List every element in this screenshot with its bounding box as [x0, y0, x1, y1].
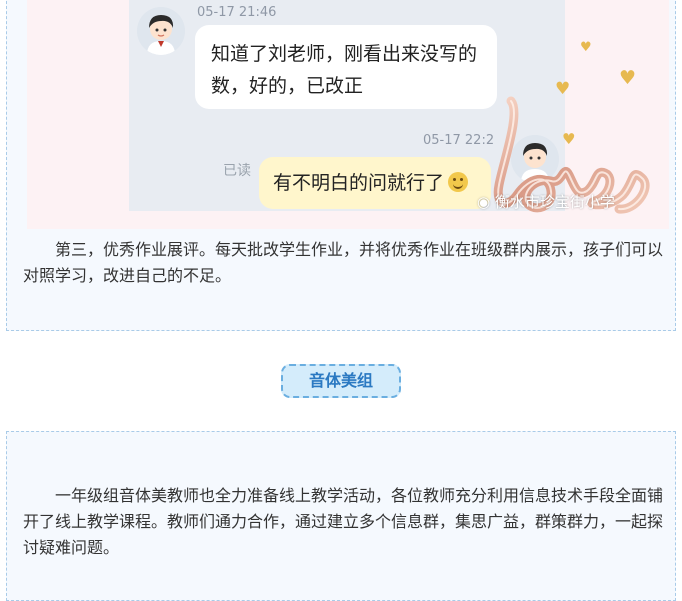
avatar-icon	[137, 7, 185, 55]
read-status: 已读	[223, 163, 251, 179]
article-card-top: 05-17 21:46 知道了刘老师，刚看出来没写的数，好的，已改正 05-17…	[6, 0, 676, 331]
watermark-text: 衡水市珍宝街小学	[494, 193, 615, 211]
wechat-icon: ◉	[477, 193, 491, 211]
outgoing-message-text: 有不明白的问就行了	[273, 172, 445, 194]
incoming-message-bubble: 知道了刘老师，刚看出来没写的数，好的，已改正	[195, 25, 497, 109]
section1-paragraph: 第三，优秀作业展评。每天批改学生作业，并将优秀作业在班级群内展示，孩子们可以对照…	[23, 240, 664, 285]
section-title-badge: 音体美组	[281, 364, 401, 398]
heart-icon: ♥	[619, 67, 637, 89]
love-balloon-graphic	[493, 96, 650, 214]
section2-paragraph: 一年级组音体美教师也全力准备线上教学活动，各位教师充分利用信息技术手段全面铺开了…	[23, 486, 664, 557]
heart-icon: ♥	[580, 40, 592, 55]
article-card-bottom: 一年级组音体美教师也全力准备线上教学活动，各位教师充分利用信息技术手段全面铺开了…	[6, 431, 676, 601]
incoming-timestamp: 05-17 21:46	[197, 5, 277, 20]
outgoing-message-bubble: 有不明白的问就行了	[259, 157, 491, 209]
watermark: ◉ 衡水市珍宝街小学	[477, 191, 615, 212]
